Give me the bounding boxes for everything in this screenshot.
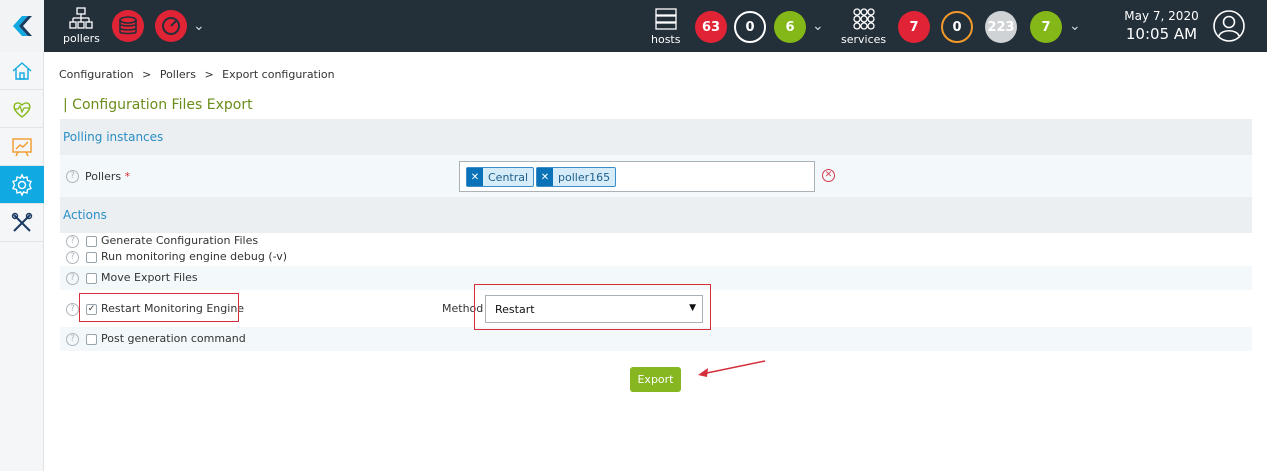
pollers-icon xyxy=(69,7,94,29)
arrow-annotation-icon xyxy=(698,360,766,377)
sidebar-item-administration[interactable] xyxy=(0,204,44,242)
sidebar-item-home[interactable] xyxy=(0,52,44,90)
hosts-unreachable-count[interactable]: 0 xyxy=(734,11,766,43)
chevron-down-icon[interactable]: ⌄ xyxy=(193,18,205,34)
breadcrumb-separator: > xyxy=(142,68,152,81)
main-content: Configuration > Pollers > Export configu… xyxy=(44,52,1267,471)
services-label: services xyxy=(841,33,887,46)
services-warning-count[interactable]: 0 xyxy=(941,11,973,43)
pollers-field-label: Pollers * xyxy=(85,170,130,183)
pollers-button[interactable]: pollers xyxy=(63,6,100,45)
hosts-button[interactable]: hosts xyxy=(651,7,680,46)
run-debug-checkbox[interactable] xyxy=(86,252,97,263)
post-command-label: Post generation command xyxy=(101,332,246,345)
help-icon[interactable]: ? xyxy=(66,251,79,264)
generate-files-checkbox[interactable] xyxy=(86,236,97,247)
help-icon[interactable]: ? xyxy=(66,303,79,316)
breadcrumb: Configuration > Pollers > Export configu… xyxy=(59,68,335,81)
chevron-down-icon[interactable]: ⌄ xyxy=(812,18,824,34)
breadcrumb-item-configuration[interactable]: Configuration xyxy=(59,68,134,81)
actions-header: Actions xyxy=(60,197,1252,233)
tag-label: Central xyxy=(488,170,529,184)
gear-icon xyxy=(12,172,32,197)
action-row-generate: ? Generate Configuration Files xyxy=(60,233,1252,249)
database-icon xyxy=(119,16,137,35)
run-debug-label: Run monitoring engine debug (-v) xyxy=(101,250,288,263)
action-row-post: ? Post generation command xyxy=(60,327,1252,351)
poller-tag-poller165[interactable]: ✕ poller165 xyxy=(536,167,617,187)
chevron-down-icon[interactable]: ⌄ xyxy=(1069,18,1081,34)
sidebar-item-reporting[interactable] xyxy=(0,128,44,166)
move-files-label: Move Export Files xyxy=(101,271,198,284)
clear-selection-icon[interactable]: ✕ xyxy=(822,169,835,182)
breadcrumb-item-pollers[interactable]: Pollers xyxy=(160,68,196,81)
restart-highlight-box xyxy=(79,293,239,322)
tag-label: poller165 xyxy=(558,170,611,184)
pollers-label-text: Pollers xyxy=(85,170,122,183)
heartbeat-icon xyxy=(13,101,31,118)
pollers-label: pollers xyxy=(63,32,100,45)
user-avatar[interactable] xyxy=(1212,9,1246,47)
home-icon xyxy=(12,61,32,80)
remove-tag-icon[interactable]: ✕ xyxy=(467,168,483,186)
sidebar-item-configuration[interactable] xyxy=(0,166,44,204)
post-command-checkbox[interactable] xyxy=(86,334,97,345)
gauge-icon xyxy=(162,17,180,35)
method-highlight-box xyxy=(474,284,711,330)
polling-instances-header: Polling instances xyxy=(60,119,1252,155)
help-icon[interactable]: ? xyxy=(66,170,79,183)
top-bar: pollers ⌄ hosts 63 0 6 ⌄ services 7 0 22… xyxy=(0,0,1267,52)
hosts-label: hosts xyxy=(651,33,681,46)
tools-icon xyxy=(11,212,33,232)
action-row-debug: ? Run monitoring engine debug (-v) xyxy=(60,249,1252,265)
generate-files-label: Generate Configuration Files xyxy=(101,234,259,247)
services-unknown-count[interactable]: 223 xyxy=(985,11,1017,43)
hosts-down-count[interactable]: 63 xyxy=(695,11,727,43)
hosts-up-count[interactable]: 6 xyxy=(774,11,806,43)
remove-tag-icon[interactable]: ✕ xyxy=(537,168,553,186)
centreon-logo-icon xyxy=(13,16,32,36)
export-button[interactable]: Export xyxy=(630,367,681,392)
sidebar xyxy=(0,52,44,471)
help-icon[interactable]: ? xyxy=(66,235,79,248)
pollers-row: ? Pollers * ✕ Central ✕ poller165 ✕ xyxy=(60,155,1252,198)
page-title: | Configuration Files Export xyxy=(63,97,253,113)
breadcrumb-item-export[interactable]: Export configuration xyxy=(222,68,334,81)
help-icon[interactable]: ? xyxy=(66,333,79,346)
breadcrumb-separator: > xyxy=(204,68,214,81)
poller-tag-central[interactable]: ✕ Central xyxy=(466,167,535,187)
services-ok-count[interactable]: 7 xyxy=(1030,11,1062,43)
help-icon[interactable]: ? xyxy=(66,272,79,285)
database-status-icon[interactable] xyxy=(112,10,144,42)
services-button[interactable]: services xyxy=(841,7,886,46)
move-files-checkbox[interactable] xyxy=(86,273,97,284)
services-icon xyxy=(852,8,875,30)
user-icon xyxy=(1213,10,1245,42)
time-text: 10:05 AM xyxy=(1125,25,1198,43)
hosts-icon xyxy=(655,8,677,30)
chart-icon xyxy=(12,137,32,156)
clock: May 7, 2020 10:05 AM xyxy=(1119,9,1204,43)
services-critical-count[interactable]: 7 xyxy=(898,11,930,43)
app-logo[interactable] xyxy=(0,0,44,52)
sidebar-item-monitoring[interactable] xyxy=(0,90,44,128)
pollers-select[interactable]: ✕ Central ✕ poller165 xyxy=(459,161,815,192)
date-text: May 7, 2020 xyxy=(1124,9,1199,23)
latency-status-icon[interactable] xyxy=(155,10,187,42)
required-mark: * xyxy=(124,170,131,183)
